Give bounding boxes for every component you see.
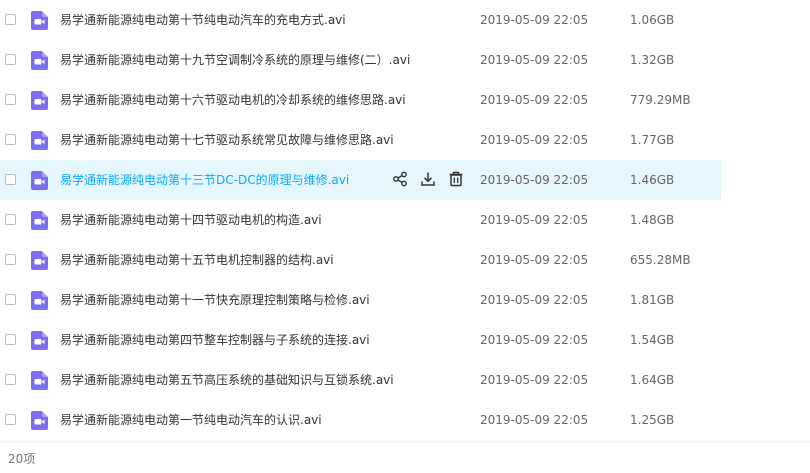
file-size: 779.29MB bbox=[630, 93, 691, 107]
file-date: 2019-05-09 22:05 bbox=[480, 133, 589, 147]
file-name[interactable]: 易学通新能源纯电动第十节纯电动汽车的充电方式.avi bbox=[60, 12, 346, 28]
row-checkbox[interactable] bbox=[5, 254, 16, 265]
row-checkbox[interactable] bbox=[5, 14, 16, 25]
file-row[interactable]: 易学通新能源纯电动第十四节驱动电机的构造.avi 2019-05-09 22:0… bbox=[0, 200, 810, 240]
file-row[interactable]: 易学通新能源纯电动第十五节电机控制器的结构.avi 2019-05-09 22:… bbox=[0, 240, 810, 280]
video-file-icon bbox=[31, 91, 48, 110]
row-checkbox[interactable] bbox=[5, 214, 16, 225]
row-checkbox[interactable] bbox=[5, 374, 16, 385]
file-name[interactable]: 易学通新能源纯电动第五节高压系统的基础知识与互锁系统.avi bbox=[60, 372, 394, 388]
file-list: 易学通新能源纯电动第十节纯电动汽车的充电方式.avi 2019-05-09 22… bbox=[0, 0, 810, 440]
file-row[interactable]: 易学通新能源纯电动第十三节DC-DC的原理与维修.avi 2019-05-09 … bbox=[0, 160, 810, 200]
file-size: 1.48GB bbox=[630, 213, 675, 227]
file-row[interactable]: 易学通新能源纯电动第一节纯电动汽车的认识.avi 2019-05-09 22:0… bbox=[0, 400, 810, 440]
file-date: 2019-05-09 22:05 bbox=[480, 13, 589, 27]
video-file-icon bbox=[31, 331, 48, 350]
row-checkbox[interactable] bbox=[5, 174, 16, 185]
row-checkbox[interactable] bbox=[5, 334, 16, 345]
file-size: 1.54GB bbox=[630, 333, 675, 347]
file-date: 2019-05-09 22:05 bbox=[480, 173, 589, 187]
file-name[interactable]: 易学通新能源纯电动第十四节驱动电机的构造.avi bbox=[60, 212, 322, 228]
file-date: 2019-05-09 22:05 bbox=[480, 413, 589, 427]
row-checkbox[interactable] bbox=[5, 294, 16, 305]
share-icon[interactable] bbox=[392, 171, 408, 187]
file-date: 2019-05-09 22:05 bbox=[480, 53, 589, 67]
file-row[interactable]: 易学通新能源纯电动第十节纯电动汽车的充电方式.avi 2019-05-09 22… bbox=[0, 0, 810, 40]
video-file-icon bbox=[31, 371, 48, 390]
file-row[interactable]: 易学通新能源纯电动第四节整车控制器与子系统的连接.avi 2019-05-09 … bbox=[0, 320, 810, 360]
file-name[interactable]: 易学通新能源纯电动第十五节电机控制器的结构.avi bbox=[60, 252, 334, 268]
file-name[interactable]: 易学通新能源纯电动第十六节驱动电机的冷却系统的维修思路.avi bbox=[60, 92, 406, 108]
file-size: 1.46GB bbox=[630, 173, 675, 187]
file-size: 1.06GB bbox=[630, 13, 675, 27]
video-file-icon bbox=[31, 11, 48, 30]
row-checkbox[interactable] bbox=[5, 54, 16, 65]
file-size: 1.64GB bbox=[630, 373, 675, 387]
video-file-icon bbox=[31, 251, 48, 270]
file-size: 1.32GB bbox=[630, 53, 675, 67]
file-size: 1.81GB bbox=[630, 293, 675, 307]
file-date: 2019-05-09 22:05 bbox=[480, 253, 589, 267]
file-name[interactable]: 易学通新能源纯电动第十九节空调制冷系统的原理与维修(二）.avi bbox=[60, 52, 410, 68]
row-checkbox[interactable] bbox=[5, 134, 16, 145]
file-date: 2019-05-09 22:05 bbox=[480, 213, 589, 227]
file-name[interactable]: 易学通新能源纯电动第十三节DC-DC的原理与维修.avi bbox=[60, 172, 349, 188]
file-name[interactable]: 易学通新能源纯电动第一节纯电动汽车的认识.avi bbox=[60, 412, 322, 428]
file-name[interactable]: 易学通新能源纯电动第十一节快充原理控制策略与检修.avi bbox=[60, 292, 370, 308]
file-row[interactable]: 易学通新能源纯电动第十一节快充原理控制策略与检修.avi 2019-05-09 … bbox=[0, 280, 810, 320]
video-file-icon bbox=[31, 291, 48, 310]
file-name[interactable]: 易学通新能源纯电动第十七节驱动系统常见故障与维修思路.avi bbox=[60, 132, 394, 148]
file-row[interactable]: 易学通新能源纯电动第十六节驱动电机的冷却系统的维修思路.avi 2019-05-… bbox=[0, 80, 810, 120]
video-file-icon bbox=[31, 171, 48, 190]
row-checkbox[interactable] bbox=[5, 414, 16, 425]
video-file-icon bbox=[31, 211, 48, 230]
footer-divider bbox=[0, 441, 810, 442]
row-checkbox[interactable] bbox=[5, 94, 16, 105]
file-row[interactable]: 易学通新能源纯电动第十七节驱动系统常见故障与维修思路.avi 2019-05-0… bbox=[0, 120, 810, 160]
file-date: 2019-05-09 22:05 bbox=[480, 333, 589, 347]
trash-icon[interactable] bbox=[448, 171, 464, 187]
video-file-icon bbox=[31, 51, 48, 70]
video-file-icon bbox=[31, 131, 48, 150]
file-size: 655.28MB bbox=[630, 253, 691, 267]
download-icon[interactable] bbox=[420, 171, 436, 187]
file-date: 2019-05-09 22:05 bbox=[480, 373, 589, 387]
file-row[interactable]: 易学通新能源纯电动第十九节空调制冷系统的原理与维修(二）.avi 2019-05… bbox=[0, 40, 810, 80]
file-size: 1.25GB bbox=[630, 413, 675, 427]
file-row[interactable]: 易学通新能源纯电动第五节高压系统的基础知识与互锁系统.avi 2019-05-0… bbox=[0, 360, 810, 400]
file-name[interactable]: 易学通新能源纯电动第四节整车控制器与子系统的连接.avi bbox=[60, 332, 370, 348]
file-date: 2019-05-09 22:05 bbox=[480, 93, 589, 107]
video-file-icon bbox=[31, 411, 48, 430]
file-size: 1.77GB bbox=[630, 133, 675, 147]
item-count: 20项 bbox=[8, 452, 36, 466]
file-date: 2019-05-09 22:05 bbox=[480, 293, 589, 307]
